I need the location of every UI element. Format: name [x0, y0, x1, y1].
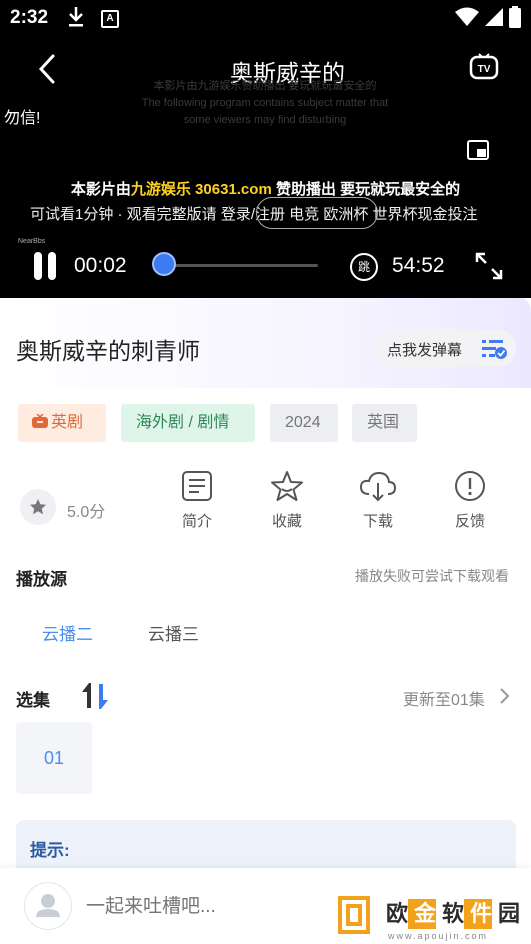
tag-year[interactable]: 2024: [270, 404, 338, 442]
download-label: 下载: [362, 513, 393, 530]
status-time: 2:32: [10, 7, 49, 28]
video-player[interactable]: 2:32 A 奥斯威辛的 TV 勿信! 本影片由九游娱乐赞助播出 要玩就玩最安全…: [0, 0, 531, 298]
tag-genre[interactable]: 英剧: [18, 404, 106, 442]
tip-label: 提示:: [30, 841, 70, 860]
intro-label: 简介: [181, 513, 212, 530]
tv-cast-icon[interactable]: TV: [469, 53, 499, 83]
watermark-brand: 欧 金 软 件 园: [380, 899, 526, 931]
faint-line: 本影片由九游娱乐赞助播出 要玩就玩最安全的: [153, 80, 377, 92]
chevron-right-icon[interactable]: [499, 687, 511, 705]
watermark-url: www.apoujin.com: [388, 931, 489, 941]
sponsor-brand: 九游娱乐 30631.com: [130, 181, 272, 198]
watermark-logo-icon: [338, 896, 370, 934]
user-avatar-icon[interactable]: [24, 882, 72, 930]
show-title: 奥斯威辛的刺青师: [16, 338, 200, 364]
pause-bar: [48, 252, 56, 280]
episodes-section-title: 选集: [16, 691, 50, 710]
watermark-char: 园: [492, 899, 526, 929]
intro-icon: [182, 471, 212, 501]
feedback-icon: [455, 471, 485, 501]
pause-bar: [34, 252, 42, 280]
fullscreen-icon[interactable]: [474, 251, 504, 281]
download-status-icon: [69, 7, 83, 27]
pause-button[interactable]: [34, 252, 56, 280]
comment-input[interactable]: [86, 896, 326, 918]
intro-button[interactable]: 简介: [167, 470, 227, 531]
favorite-button[interactable]: 收藏: [257, 470, 317, 531]
episode-item[interactable]: 01: [16, 722, 92, 794]
tv-tag-icon: [32, 413, 48, 428]
faint-line: The following program contains subject m…: [141, 97, 389, 109]
progress-knob[interactable]: [151, 252, 176, 276]
source-hint: 播放失败可尝试下载观看: [355, 568, 509, 584]
status-icons: [455, 6, 521, 28]
star-icon: [271, 471, 303, 501]
svg-text:TV: TV: [478, 64, 491, 75]
danmaku-settings-icon[interactable]: [480, 337, 508, 361]
trial-notice: 可试看1分钟 · 观看完整版请 登录/注册 电竞 欧洲杯 世界杯现金投注: [30, 206, 478, 223]
download-button[interactable]: 下载: [348, 470, 408, 531]
favorite-label: 收藏: [271, 513, 302, 530]
feedback-button[interactable]: 反馈: [440, 470, 500, 531]
skip-intro-icon[interactable]: 跳: [350, 253, 378, 281]
sponsor-prefix: 本影片由: [70, 181, 131, 198]
episode-update-status[interactable]: 更新至01集: [403, 686, 485, 710]
current-time: 00:02: [74, 254, 127, 277]
tag-category[interactable]: 海外剧 / 剧情: [121, 404, 255, 442]
corner-watermark: NearBbs: [18, 238, 46, 245]
sort-order-icon[interactable]: [80, 681, 110, 711]
progress-track[interactable]: [162, 264, 318, 267]
tag-region[interactable]: 英国: [352, 404, 417, 442]
picture-in-picture-icon[interactable]: [467, 140, 489, 160]
rating-star-icon[interactable]: [20, 489, 56, 525]
source-tab-selected[interactable]: 云播二: [42, 620, 93, 645]
tag-label: 英剧: [51, 414, 84, 431]
sponsor-suffix: 赞助播出 要玩就玩最安全的: [271, 181, 461, 198]
source-tab[interactable]: 云播三: [148, 620, 199, 645]
battery-icon: [509, 6, 521, 28]
danmaku-comment: 勿信!: [4, 110, 41, 127]
back-arrow-icon[interactable]: [36, 54, 58, 84]
cloud-download-icon: [359, 471, 397, 502]
signal-icon: [485, 8, 503, 26]
login-pill[interactable]: [256, 197, 378, 229]
send-danmaku-label: 点我发弹幕: [387, 342, 463, 359]
wifi-icon: [455, 7, 479, 26]
notification-icon: A: [101, 10, 119, 28]
rating-score: 5.0分: [67, 504, 106, 521]
source-section-title: 播放源: [16, 570, 67, 589]
video-subtitle-faint: 本影片由九游娱乐赞助播出 要玩就玩最安全的 The following prog…: [110, 78, 420, 129]
feedback-label: 反馈: [454, 513, 485, 530]
faint-line: some viewers may find disturbing: [183, 114, 347, 126]
total-time: 54:52: [392, 254, 445, 277]
